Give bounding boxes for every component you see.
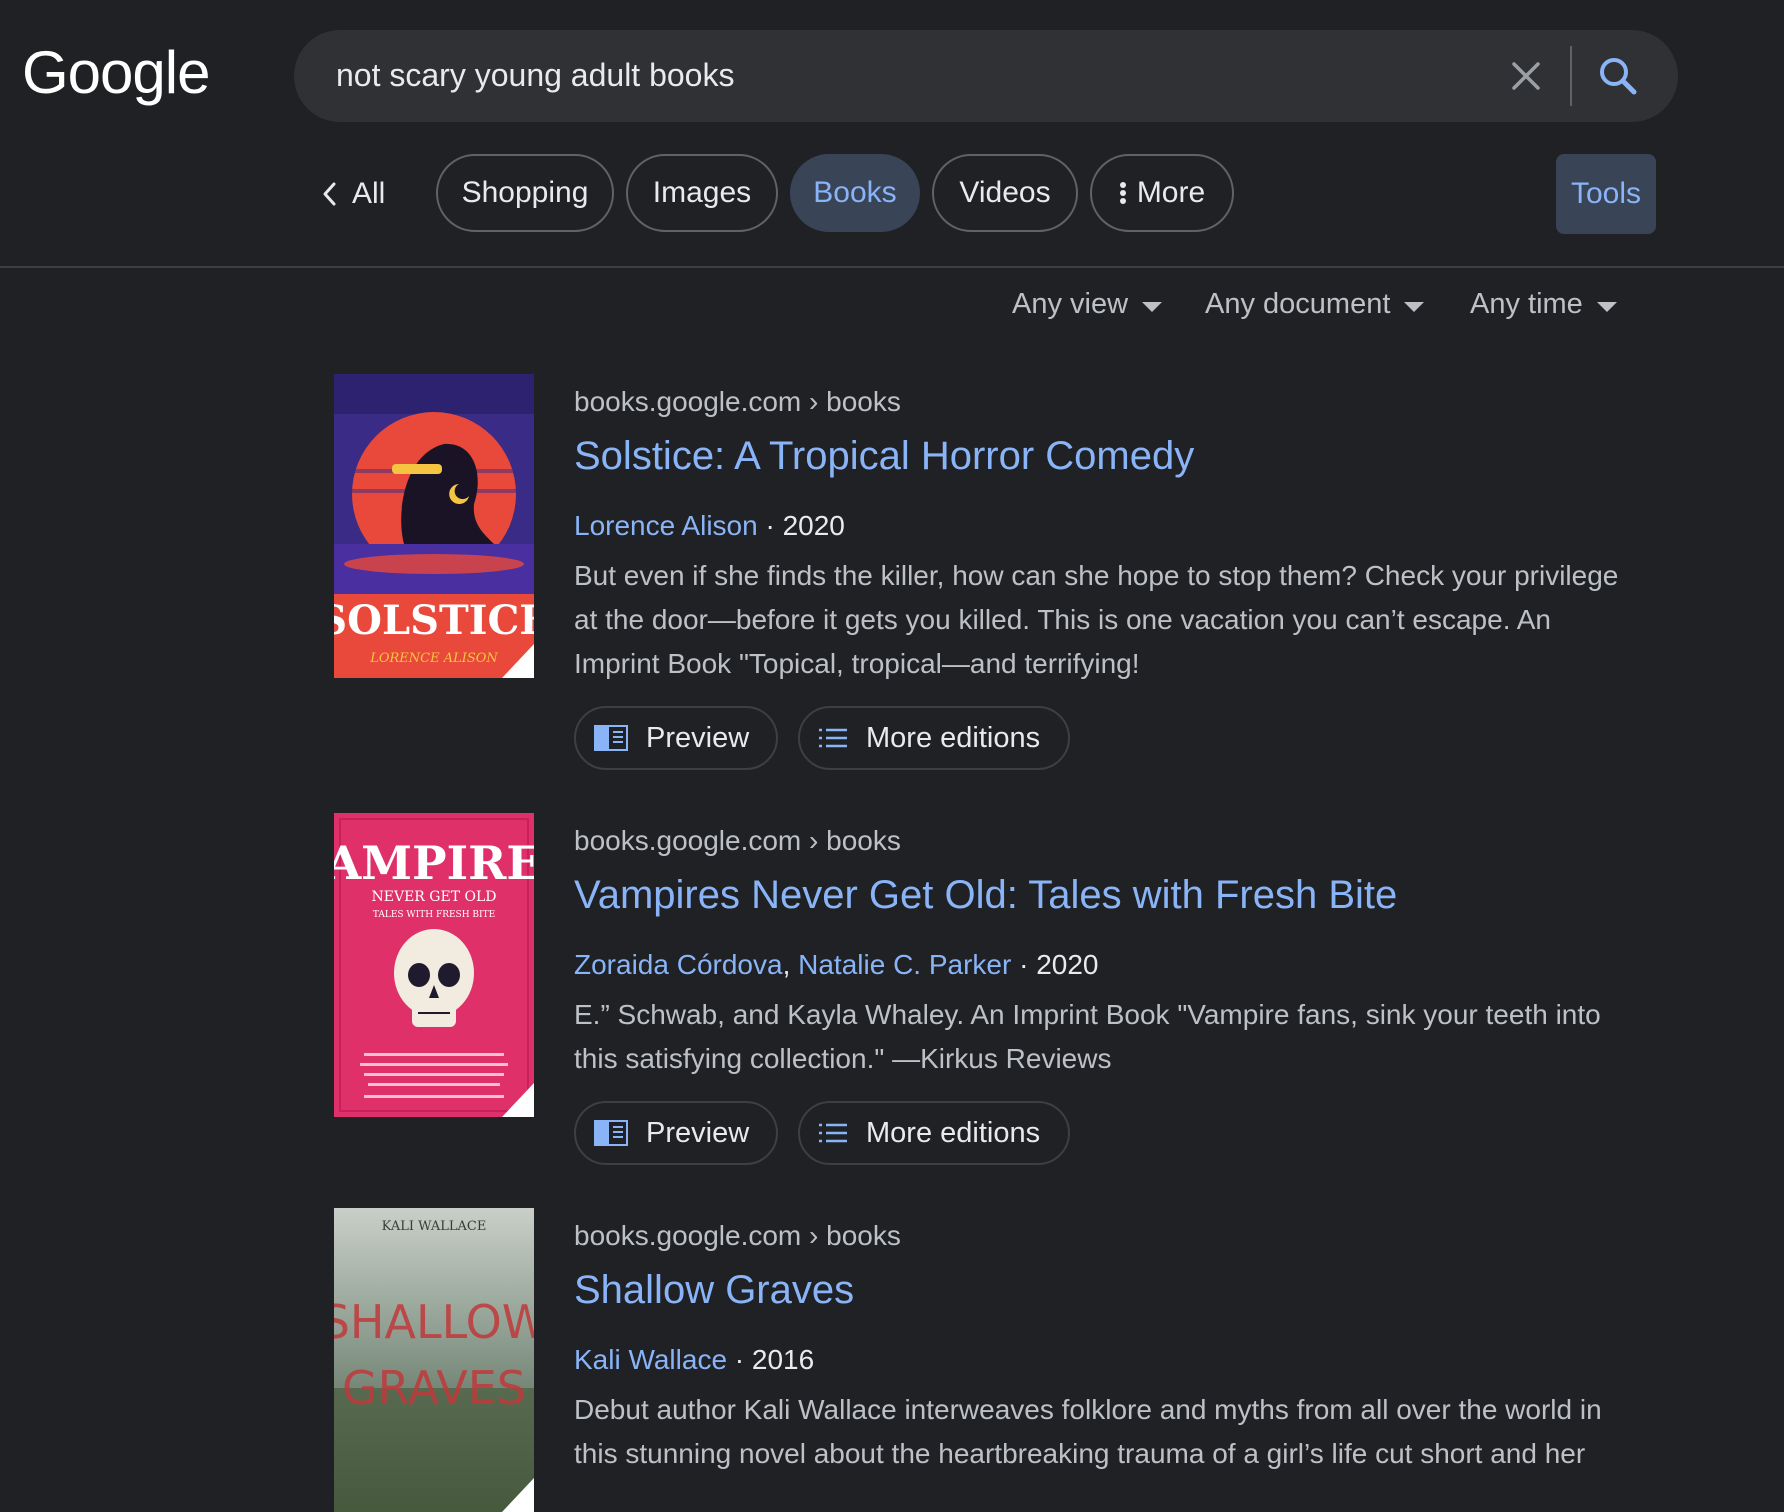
google-logo[interactable]: Google: [22, 38, 210, 107]
author-separator: ,: [782, 949, 799, 980]
caret-down-icon: [1404, 301, 1425, 312]
result-title[interactable]: Vampires Never Get Old: Tales with Fresh…: [574, 873, 1634, 923]
chevron-left-icon: [323, 182, 336, 206]
result-actions: Preview More editions: [574, 1101, 1634, 1165]
result-url[interactable]: books.google.com › books: [574, 1220, 1634, 1254]
result-source: books.google.com: [574, 825, 802, 856]
filter-label: Any time: [1470, 288, 1583, 320]
cover-title: VAMPIRES: [334, 836, 534, 890]
result-title[interactable]: Shallow Graves: [574, 1268, 1634, 1318]
search-divider: [1570, 46, 1572, 106]
meta-separator: ·: [1019, 949, 1037, 980]
tools-button[interactable]: Tools: [1556, 154, 1656, 234]
author-link[interactable]: Kali Wallace: [574, 1344, 727, 1375]
tab-shopping[interactable]: Shopping: [436, 154, 614, 232]
book-cover[interactable]: VAMPIRES NEVER GET OLD TALES WITH FRESH …: [334, 813, 534, 1117]
result-snippet: E.” Schwab, and Kayla Whaley. An Imprint…: [574, 999, 1601, 1074]
cover-author: KALI WALLACE: [382, 1219, 487, 1234]
preview-button[interactable]: Preview: [574, 1101, 778, 1165]
cover-title-line2: GRAVES: [342, 1361, 526, 1415]
result-source: books.google.com: [574, 386, 802, 417]
search-icon[interactable]: [1594, 52, 1642, 100]
tab-videos[interactable]: Videos: [932, 154, 1078, 232]
author-link[interactable]: Lorence Alison: [574, 510, 758, 541]
caret-down-icon: [1142, 301, 1163, 312]
caret-down-icon: [1596, 301, 1617, 312]
tab-all-label: All: [352, 177, 386, 210]
result-path: books: [826, 825, 901, 856]
filter-bar: Any view Any document Any time: [0, 288, 1784, 328]
preview-button[interactable]: Preview: [574, 706, 778, 770]
publish-year: 2016: [751, 1344, 815, 1375]
result-url[interactable]: books.google.com › books: [574, 386, 1634, 420]
filter-any-document[interactable]: Any document: [1205, 288, 1425, 321]
search-bar[interactable]: not scary young adult books: [294, 30, 1678, 122]
author-link[interactable]: Zoraida Córdova: [574, 949, 783, 980]
result-meta: Zoraida Córdova, Natalie C. Parker · 202…: [574, 949, 1634, 985]
more-editions-label: More editions: [866, 1116, 1041, 1149]
book-cover[interactable]: KALI WALLACE SHALLOW GRAVES: [334, 1208, 534, 1512]
close-icon[interactable]: [1506, 56, 1546, 96]
result-snippet: But even if she finds the killer, how ca…: [574, 560, 1619, 679]
list-icon: [819, 1123, 847, 1143]
tab-more[interactable]: More: [1090, 154, 1234, 232]
header-divider: [0, 266, 1784, 268]
book-cover[interactable]: SOLSTICE LORENCE ALISON: [334, 374, 534, 678]
tab-images[interactable]: Images: [626, 154, 778, 232]
meta-separator: ·: [765, 510, 783, 541]
more-editions-button[interactable]: More editions: [798, 706, 1070, 770]
filter-label: Any document: [1205, 288, 1391, 320]
result-body: books.google.com › books Solstice: A Tro…: [574, 374, 1634, 770]
more-editions-button[interactable]: More editions: [798, 1101, 1070, 1165]
search-tabs: All Shopping Images Books Videos More To…: [0, 154, 1784, 234]
publish-year: 2020: [782, 510, 845, 541]
meta-separator: ·: [734, 1344, 752, 1375]
result-snippet: Debut author Kali Wallace interweaves fo…: [574, 1394, 1602, 1469]
result-body: books.google.com › books Vampires Never …: [574, 813, 1634, 1165]
preview-label: Preview: [646, 1116, 750, 1149]
result-path: books: [826, 1220, 901, 1251]
result-title[interactable]: Solstice: A Tropical Horror Comedy: [574, 434, 1634, 484]
more-editions-label: More editions: [866, 721, 1041, 754]
result-body: books.google.com › books Shallow Graves …: [574, 1208, 1634, 1476]
preview-label: Preview: [646, 721, 750, 754]
result-meta: Lorence Alison · 2020: [574, 510, 1634, 546]
breadcrumb-separator: ›: [809, 825, 827, 856]
breadcrumb-separator: ›: [809, 1220, 827, 1251]
search-input[interactable]: not scary young adult books: [336, 57, 734, 94]
result-url[interactable]: books.google.com › books: [574, 825, 1634, 859]
publish-year: 2020: [1036, 949, 1099, 980]
tab-more-label: More: [1136, 176, 1206, 209]
tab-all[interactable]: All: [320, 154, 385, 234]
cover-tagline: TALES WITH FRESH BITE: [373, 910, 495, 920]
result-meta: Kali Wallace · 2016: [574, 1344, 1634, 1380]
filter-label: Any view: [1012, 288, 1129, 320]
cover-author: LORENCE ALISON: [369, 651, 498, 666]
cover-title: SOLSTICE: [334, 597, 534, 644]
filter-any-view[interactable]: Any view: [1012, 288, 1163, 321]
cover-title-line1: SHALLOW: [334, 1295, 534, 1349]
author-link[interactable]: Natalie C. Parker: [798, 949, 1011, 980]
cover-subtitle: NEVER GET OLD: [372, 889, 497, 905]
book-preview-icon: [594, 1120, 628, 1146]
filter-any-time[interactable]: Any time: [1470, 288, 1617, 321]
tab-books[interactable]: Books: [790, 154, 920, 232]
result-actions: Preview More editions: [574, 706, 1634, 770]
result-path: books: [826, 386, 901, 417]
breadcrumb-separator: ›: [809, 386, 827, 417]
list-icon: [819, 728, 847, 748]
book-preview-icon: [594, 725, 628, 751]
more-vert-icon: [1119, 182, 1126, 204]
result-source: books.google.com: [574, 1220, 802, 1251]
